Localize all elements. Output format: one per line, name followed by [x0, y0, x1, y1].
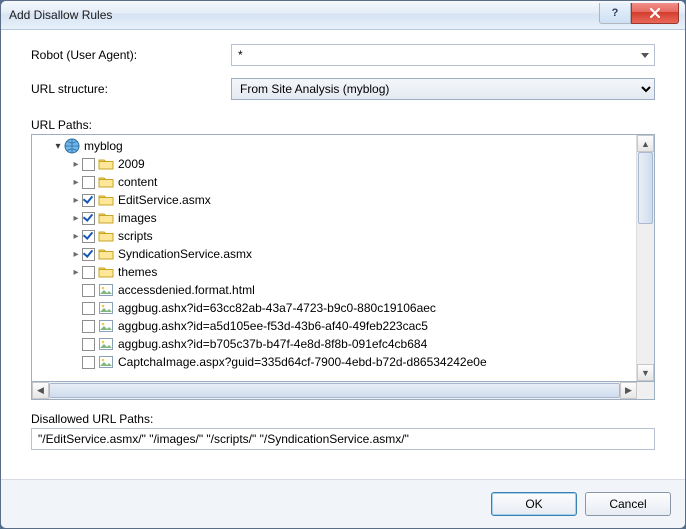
dialog-window: Add Disallow Rules ? Robot (User Agent):… [0, 0, 686, 529]
expander-icon[interactable]: ▸ [70, 249, 82, 260]
tree-node-label: CaptchaImage.aspx?guid=335d64cf-7900-4eb… [118, 355, 487, 369]
tree-node[interactable]: CaptchaImage.aspx?guid=335d64cf-7900-4eb… [34, 353, 636, 371]
folder-icon [98, 264, 114, 280]
tree-checkbox[interactable] [82, 194, 95, 207]
tree-body: ▾myblog▸2009▸content▸EditService.asmx▸im… [32, 135, 636, 381]
scroll-thumb[interactable] [638, 152, 653, 224]
tree-node-label: aggbug.ashx?id=a5d105ee-f53d-43b6-af40-4… [118, 319, 428, 333]
close-icon [649, 8, 661, 18]
tree-node[interactable]: ▸ EditService.asmx [34, 191, 636, 209]
scroll-thumb-h[interactable] [49, 383, 620, 398]
tree-node-label: accessdenied.format.html [118, 283, 255, 297]
horizontal-scrollbar[interactable]: ◀ ▶ [31, 381, 655, 400]
tree-node-label: aggbug.ashx?id=b705c37b-b47f-4e8d-8f8b-0… [118, 337, 427, 351]
tree-node-label: 2009 [118, 157, 145, 171]
image-icon [98, 300, 114, 316]
image-icon [98, 354, 114, 370]
tree-checkbox[interactable] [82, 176, 95, 189]
expander-icon[interactable]: ▸ [70, 195, 82, 206]
help-button[interactable]: ? [599, 3, 631, 24]
label-robot: Robot (User Agent): [31, 48, 231, 62]
folder-icon [98, 228, 114, 244]
tree-checkbox[interactable] [82, 212, 95, 225]
tree-node-label: aggbug.ashx?id=63cc82ab-43a7-4723-b9c0-8… [118, 301, 436, 315]
tree-checkbox[interactable] [82, 302, 95, 315]
folder-icon [98, 192, 114, 208]
tree-node[interactable]: ▸ images [34, 209, 636, 227]
tree-node[interactable]: ▸ scripts [34, 227, 636, 245]
url-paths-tree[interactable]: ▾myblog▸2009▸content▸EditService.asmx▸im… [31, 134, 655, 382]
tree-node[interactable]: ▸ themes [34, 263, 636, 281]
ok-button[interactable]: OK [491, 492, 577, 516]
scroll-left-icon[interactable]: ◀ [32, 382, 49, 399]
row-robot: Robot (User Agent): [31, 44, 655, 66]
scroll-up-icon[interactable]: ▲ [637, 135, 654, 152]
image-icon [98, 336, 114, 352]
tree-checkbox[interactable] [82, 248, 95, 261]
tree-node-label: myblog [84, 139, 123, 153]
tree-node[interactable]: aggbug.ashx?id=b705c37b-b47f-4e8d-8f8b-0… [34, 335, 636, 353]
folder-icon [98, 156, 114, 172]
scroll-right-icon[interactable]: ▶ [620, 382, 637, 399]
expander-icon[interactable]: ▸ [70, 267, 82, 278]
folder-icon [98, 174, 114, 190]
titlebar: Add Disallow Rules ? [1, 1, 685, 30]
expander-icon[interactable]: ▸ [70, 213, 82, 224]
robot-input[interactable] [231, 44, 655, 66]
tree-checkbox[interactable] [82, 284, 95, 297]
tree-node[interactable]: aggbug.ashx?id=63cc82ab-43a7-4723-b9c0-8… [34, 299, 636, 317]
tree-node-label: images [118, 211, 157, 225]
folder-icon [98, 246, 114, 262]
scroll-track[interactable] [637, 152, 654, 364]
window-buttons: ? [599, 3, 685, 23]
globe-icon [64, 138, 80, 154]
label-url-paths: URL Paths: [31, 118, 655, 132]
tree-node-label: SyndicationService.asmx [118, 247, 252, 261]
tree-node[interactable]: accessdenied.format.html [34, 281, 636, 299]
tree-checkbox[interactable] [82, 320, 95, 333]
folder-icon [98, 210, 114, 226]
tree-root[interactable]: ▾ myblog [34, 137, 636, 155]
tree-checkbox[interactable] [82, 266, 95, 279]
tree-checkbox[interactable] [82, 230, 95, 243]
image-icon [98, 282, 114, 298]
scroll-track-h[interactable] [49, 382, 620, 399]
label-disallowed: Disallowed URL Paths: [31, 412, 655, 426]
tree-node[interactable]: ▸ 2009 [34, 155, 636, 173]
tree-checkbox[interactable] [82, 338, 95, 351]
expander-icon[interactable]: ▸ [70, 159, 82, 170]
label-url-structure: URL structure: [31, 82, 231, 96]
tree-node-label: scripts [118, 229, 153, 243]
url-structure-select[interactable]: From Site Analysis (myblog) [231, 78, 655, 100]
expander-icon[interactable]: ▸ [70, 177, 82, 188]
disallowed-input[interactable] [31, 428, 655, 450]
tree-checkbox[interactable] [82, 158, 95, 171]
tree-node-label: themes [118, 265, 157, 279]
tree-node[interactable]: aggbug.ashx?id=a5d105ee-f53d-43b6-af40-4… [34, 317, 636, 335]
cancel-button[interactable]: Cancel [585, 492, 671, 516]
expander-icon[interactable]: ▸ [70, 231, 82, 242]
tree-node[interactable]: ▸ content [34, 173, 636, 191]
scroll-corner [637, 382, 654, 399]
tree-node[interactable]: ▸ SyndicationService.asmx [34, 245, 636, 263]
dialog-footer: OK Cancel [1, 479, 685, 528]
tree-node-label: EditService.asmx [118, 193, 211, 207]
tree-node-label: content [118, 175, 157, 189]
expander-icon[interactable]: ▾ [52, 141, 64, 152]
tree-checkbox[interactable] [82, 356, 95, 369]
dialog-content: Robot (User Agent): URL structure: From … [1, 30, 685, 479]
robot-field-wrap [231, 44, 655, 66]
vertical-scrollbar[interactable]: ▲ ▼ [636, 135, 654, 381]
url-structure-field-wrap: From Site Analysis (myblog) [231, 78, 655, 100]
scroll-down-icon[interactable]: ▼ [637, 364, 654, 381]
window-title: Add Disallow Rules [9, 8, 599, 22]
image-icon [98, 318, 114, 334]
row-url-structure: URL structure: From Site Analysis (myblo… [31, 78, 655, 100]
close-button[interactable] [631, 3, 679, 24]
